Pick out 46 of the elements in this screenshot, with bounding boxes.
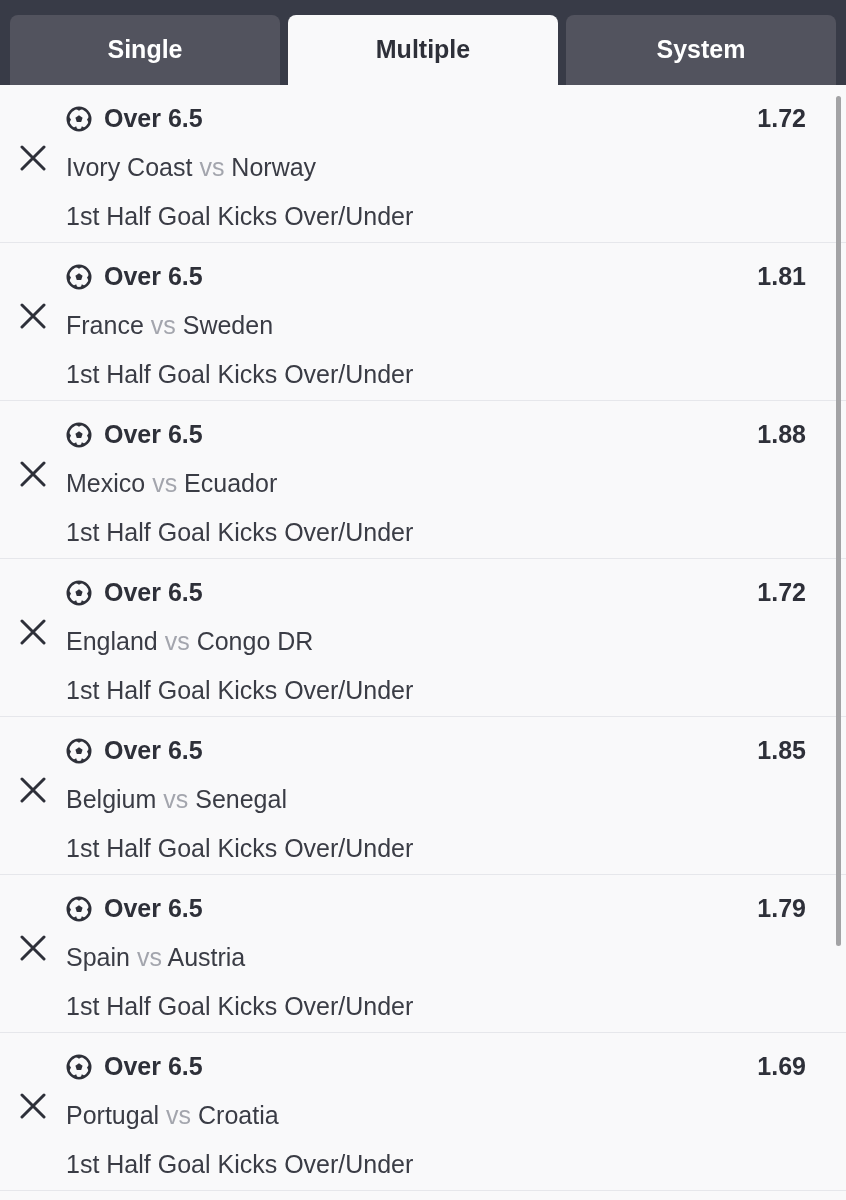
market-name: 1st Half Goal Kicks Over/Under xyxy=(66,990,414,1022)
pick-label: Over 6.5 xyxy=(104,260,203,292)
close-icon xyxy=(20,776,46,803)
match-teams: Mexico vs Ecuador xyxy=(66,467,278,499)
close-icon xyxy=(20,302,46,329)
market-name: 1st Half Goal Kicks Over/Under xyxy=(66,832,414,864)
soccer-ball-icon xyxy=(66,105,92,132)
tab[interactable]: System xyxy=(566,15,836,85)
match-teams: Portugal vs Croatia xyxy=(66,1099,279,1131)
match-teams: Belgium vs Senegal xyxy=(66,783,287,815)
soccer-ball-icon xyxy=(66,1053,92,1080)
tab[interactable]: Single xyxy=(10,15,280,85)
odds-value: 1.85 xyxy=(757,734,806,766)
odds-value: 1.72 xyxy=(757,576,806,608)
tab[interactable]: Multiple xyxy=(288,15,558,85)
soccer-ball-icon xyxy=(66,263,92,290)
close-icon xyxy=(20,618,46,645)
close-icon xyxy=(20,934,46,961)
odds-value: 1.72 xyxy=(757,102,806,134)
soccer-ball-icon xyxy=(66,421,92,448)
odds-value: 1.69 xyxy=(757,1050,806,1082)
odds-value: 1.81 xyxy=(757,260,806,292)
pick-label: Over 6.5 xyxy=(104,102,203,134)
match-teams: Spain vs Austria xyxy=(66,941,246,973)
soccer-ball-icon xyxy=(66,895,92,922)
market-name: 1st Half Goal Kicks Over/Under xyxy=(66,674,414,706)
odds-value: 1.79 xyxy=(757,892,806,924)
close-icon xyxy=(20,1092,46,1119)
pick-label: Over 6.5 xyxy=(104,1050,203,1082)
market-name: 1st Half Goal Kicks Over/Under xyxy=(66,516,414,548)
match-teams: France vs Sweden xyxy=(66,309,274,341)
soccer-ball-icon xyxy=(66,737,92,764)
close-icon xyxy=(20,460,46,487)
market-name: 1st Half Goal Kicks Over/Under xyxy=(66,200,414,232)
pick-label: Over 6.5 xyxy=(104,576,203,608)
market-name: 1st Half Goal Kicks Over/Under xyxy=(66,358,414,390)
pick-label: Over 6.5 xyxy=(104,892,203,924)
match-teams: England vs Congo DR xyxy=(66,625,314,657)
pick-label: Over 6.5 xyxy=(104,734,203,766)
close-icon xyxy=(20,144,46,171)
soccer-ball-icon xyxy=(66,579,92,606)
odds-value: 1.88 xyxy=(757,418,806,450)
scrollbar[interactable] xyxy=(836,96,841,946)
market-name: 1st Half Goal Kicks Over/Under xyxy=(66,1148,414,1180)
pick-label: Over 6.5 xyxy=(104,418,203,450)
match-teams: Ivory Coast vs Norway xyxy=(66,151,317,183)
